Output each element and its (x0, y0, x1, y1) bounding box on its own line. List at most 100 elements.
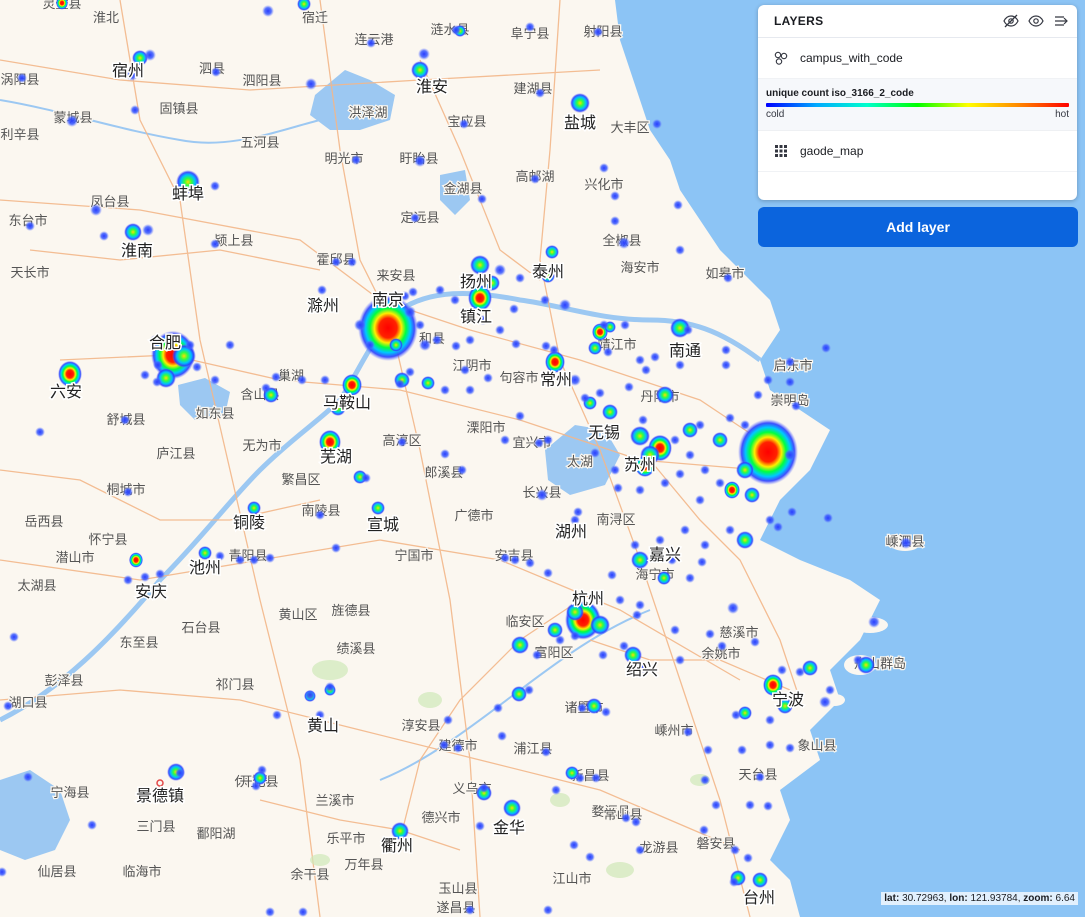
heat-spot (397, 437, 407, 447)
heat-spot (347, 257, 357, 267)
heat-spot (585, 852, 595, 862)
map-label-city: 宁波 (772, 690, 804, 709)
heat-spot (590, 615, 610, 635)
heat-spot (618, 237, 630, 249)
map-label-minor: 绩溪县 (336, 642, 375, 657)
heat-spot (408, 287, 418, 297)
heat-spot (535, 88, 545, 98)
map-label-minor: 海安市 (620, 260, 659, 276)
heat-spot (591, 773, 601, 783)
heat-spot (140, 572, 150, 582)
heat-spot (210, 181, 220, 191)
show-all-layers-icon[interactable] (1028, 13, 1044, 29)
map-label-minor: 宿迁 (302, 10, 328, 26)
heat-spot (603, 347, 613, 357)
heat-spot (17, 73, 27, 83)
map-label-minor: 旌德县 (331, 604, 370, 619)
heat-spot (763, 375, 773, 385)
heat-spot (752, 872, 768, 888)
heat-spot (635, 355, 645, 365)
heat-spot (371, 501, 385, 515)
heat-spot (543, 435, 553, 445)
hide-all-layers-icon[interactable] (1003, 13, 1019, 29)
heat-spot (784, 449, 796, 461)
heat-spot (99, 231, 109, 241)
heat-spot (525, 22, 535, 32)
heat-spot (210, 239, 220, 249)
heat-spot (130, 105, 140, 115)
map-label-minor: 兴化市 (584, 177, 623, 193)
heat-spot (440, 385, 450, 395)
heat-spot (737, 745, 747, 755)
layers-panel: LAYERS campus_with_code unique count iso… (758, 5, 1077, 200)
heat-spot (607, 570, 617, 580)
heat-spot (632, 610, 642, 620)
heat-spot (410, 213, 420, 223)
heat-spot (635, 600, 645, 610)
heat-spot (650, 352, 660, 362)
heat-spot (551, 785, 561, 795)
heat-spot (753, 390, 763, 400)
heat-spot (723, 273, 733, 283)
map-label-city: 盐城 (564, 113, 596, 132)
heat-spot (725, 413, 735, 423)
heat-spot (419, 339, 431, 351)
legend-title: unique count iso_3166_2_code (766, 88, 914, 99)
map-label-minor: 东至县 (119, 636, 158, 651)
layer-item-campus[interactable]: campus_with_code (758, 38, 1077, 79)
map-label-city: 合肥 (149, 333, 181, 352)
heat-spot (685, 450, 695, 460)
map-label-minor: 广德市 (454, 508, 493, 524)
heat-spot (745, 800, 755, 810)
heat-spot (443, 715, 453, 725)
map-label-minor: 太湖 (567, 455, 593, 470)
heat-spot (599, 163, 609, 173)
collapse-panel-icon[interactable] (1053, 13, 1069, 29)
map-label-minor: 岳西县 (24, 515, 63, 530)
map-label-city: 黄山 (307, 716, 339, 735)
map-label-city: 南京 (372, 290, 404, 309)
map-label-minor: 建湖县 (513, 82, 552, 97)
heat-spot (271, 372, 281, 382)
heat-spot (414, 155, 426, 167)
heat-spot (257, 765, 267, 775)
layer-item-gaode[interactable]: gaode_map (758, 131, 1077, 172)
heat-spot (777, 665, 787, 675)
heat-spot (785, 743, 795, 753)
map-label-minor: 大丰区 (610, 121, 649, 136)
heat-spot (821, 343, 831, 353)
map-label-city: 嘉兴 (649, 545, 681, 564)
heat-spot (743, 853, 753, 863)
heat-spot (66, 115, 78, 127)
heat-spot (500, 435, 510, 445)
map-label-minor: 天长市 (10, 265, 49, 281)
map-label-city: 绍兴 (626, 660, 658, 679)
heat-spot (675, 360, 685, 370)
heat-spot (785, 357, 795, 367)
heat-spot (475, 821, 485, 831)
heat-spot (744, 487, 760, 503)
heat-spot (570, 631, 580, 641)
heat-spot (317, 285, 327, 295)
heat-spot (298, 907, 308, 917)
heat-spot (331, 543, 341, 553)
add-layer-button[interactable]: Add layer (758, 207, 1078, 247)
heat-spot (515, 411, 525, 421)
heat-spot (483, 373, 493, 383)
heat-spot (635, 485, 645, 495)
heat-spot (631, 817, 641, 827)
heat-spot (395, 379, 405, 389)
map-label-city: 铜陵 (233, 513, 265, 532)
map-label-minor: 德兴市 (421, 810, 460, 826)
map-label-minor: 青阳县 (228, 549, 267, 564)
heat-spot (524, 685, 534, 695)
heat-spot (192, 362, 202, 372)
map-label-minor: 无为市 (242, 438, 281, 454)
layers-title: LAYERS (774, 14, 824, 28)
heat-spot (320, 375, 330, 385)
heat-spot (460, 365, 470, 375)
heat-spot (670, 625, 680, 635)
map-label-minor: 鄱阳湖 (196, 827, 235, 842)
heat-spot (305, 690, 315, 700)
map-label-city: 杭州 (572, 589, 604, 608)
